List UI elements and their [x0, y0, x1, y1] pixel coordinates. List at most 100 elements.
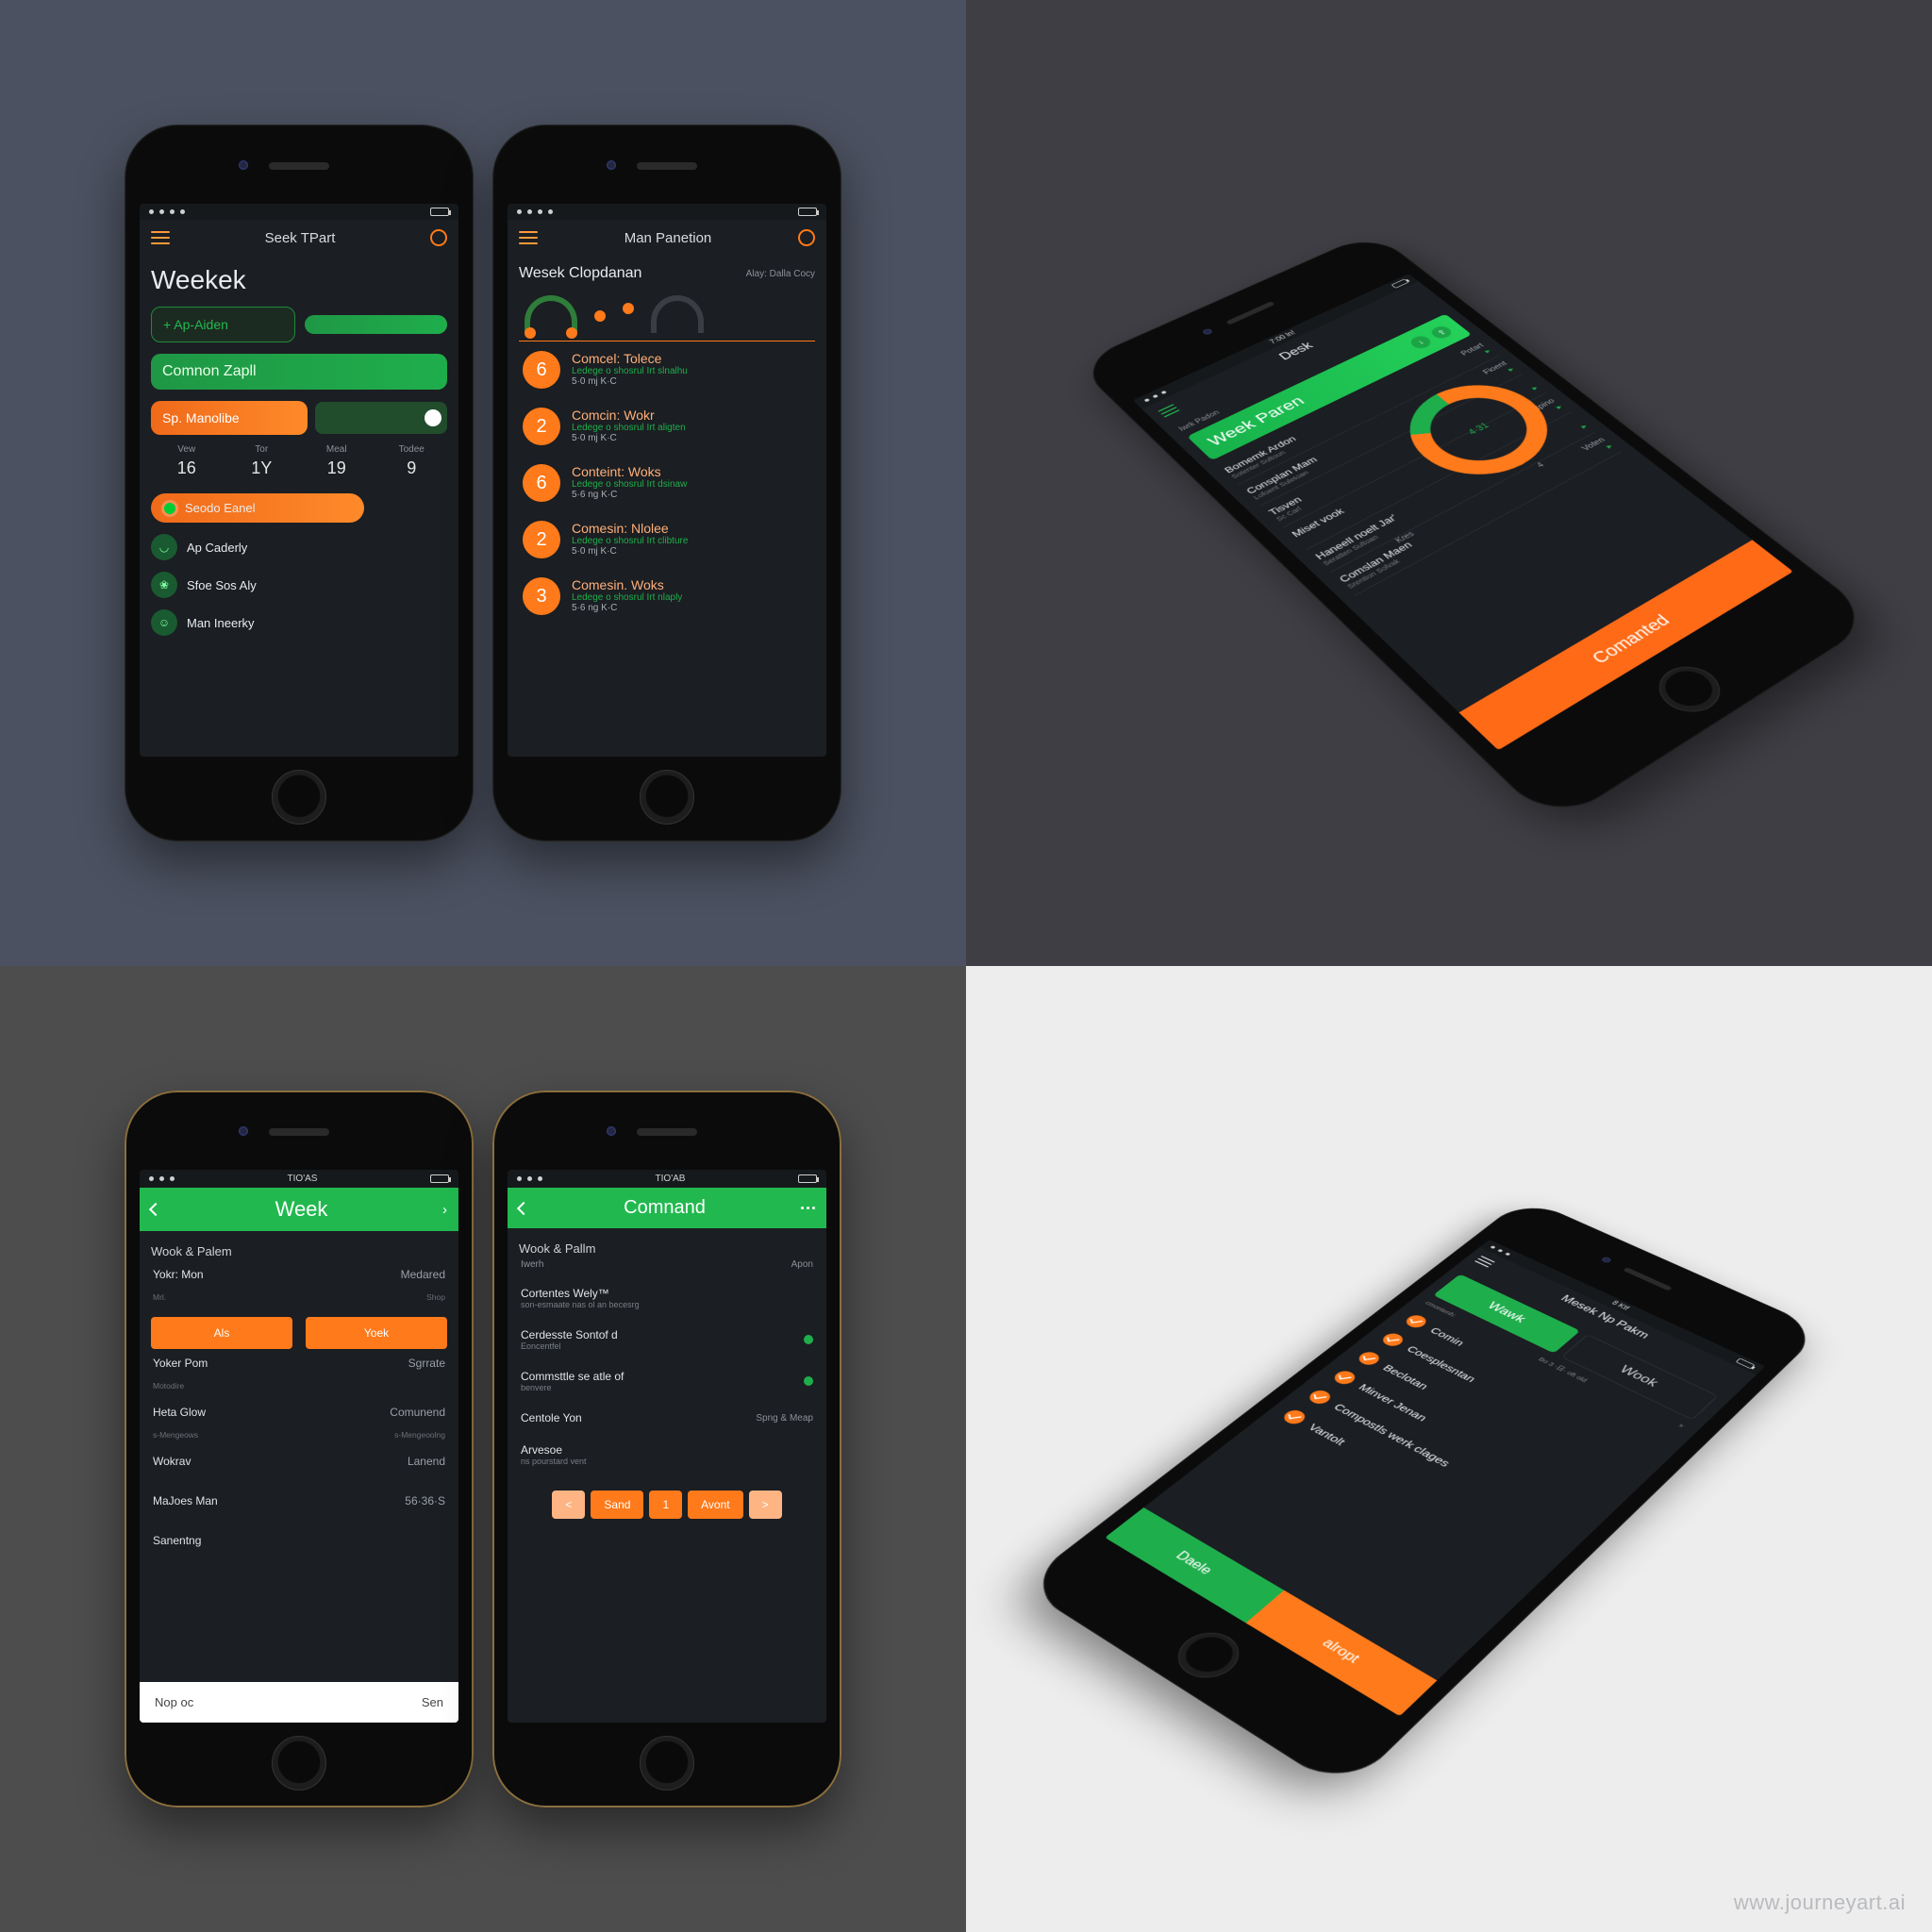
menu-icon[interactable] — [1158, 404, 1180, 417]
list-item[interactable]: 2 Comesin: Nlolee Ledege o shosrul Irt c… — [519, 511, 815, 568]
status-time: TIO'AS — [288, 1174, 318, 1184]
home-button[interactable] — [640, 770, 694, 824]
item-subtitle: Ledege o shosrul Irt aligten — [572, 423, 811, 433]
row-left: Wokrav — [153, 1455, 191, 1468]
row-right: Comunend — [390, 1406, 445, 1419]
front-camera — [607, 160, 616, 170]
quadrant-bottom-left: TIO'AS Week › Wook & Palem Yokr: MonMeda… — [0, 966, 966, 1932]
home-button[interactable] — [640, 1736, 694, 1790]
banner-button[interactable]: Comnon Zapll — [151, 354, 447, 390]
row-left: Sanentng — [153, 1534, 201, 1547]
footer-right[interactable]: Sen — [422, 1695, 443, 1709]
row-right: 56·36·S — [405, 1494, 445, 1507]
item-subtitle: Ledege o shosrul Irt dsinaw — [572, 479, 811, 490]
pager-button[interactable]: Sand — [591, 1491, 643, 1519]
topbar-title: Seek TPart — [265, 230, 336, 246]
close-icon[interactable]: × — [1675, 1423, 1686, 1431]
col-head: Iwerh — [521, 1259, 543, 1270]
settings-list: Cortentes Wely™ son-esmaate nas ol an be… — [519, 1277, 815, 1475]
row-left: Heta Glow — [153, 1406, 206, 1419]
phone-frame: TIO'AS Week › Wook & Palem Yokr: MonMeda… — [125, 1091, 474, 1807]
item-subtitle: Ledege o shosrul Irt slnalhu — [572, 366, 811, 376]
secondary-button[interactable] — [305, 315, 447, 334]
metric-value: Potart▸ — [1459, 342, 1493, 363]
rank-badge: 3 — [523, 577, 560, 615]
front-camera — [1601, 1257, 1613, 1264]
data-row-sub: Motodire — [151, 1374, 447, 1398]
share-icon[interactable]: ⇪ — [1428, 325, 1455, 341]
list-item[interactable]: Cerdesste Sontof dEoncentfel — [519, 1319, 815, 1360]
status-bar — [140, 204, 458, 220]
forward-icon[interactable]: › — [442, 1202, 447, 1218]
add-button[interactable]: + Ap-Aiden — [151, 307, 295, 342]
gauge-dot-icon — [525, 327, 536, 339]
rank-badge: 6 — [523, 464, 560, 502]
item-sub: Eoncentfel — [521, 1341, 618, 1351]
download-icon[interactable]: ↓ — [1407, 334, 1435, 351]
phone-speaker — [269, 162, 329, 170]
info-icon[interactable] — [798, 229, 815, 246]
home-button[interactable] — [272, 770, 326, 824]
pager-next-button[interactable]: > — [749, 1491, 782, 1519]
menu-icon[interactable] — [1474, 1256, 1495, 1268]
back-icon[interactable] — [149, 1203, 162, 1216]
pager-button[interactable]: Avont — [688, 1491, 742, 1519]
footer-left[interactable]: Nop oc — [155, 1695, 193, 1709]
home-button[interactable] — [1165, 1624, 1251, 1687]
gauge-dot-icon — [566, 327, 577, 339]
row-left: Yoker Pom — [153, 1357, 208, 1370]
rank-badge: 2 — [523, 408, 560, 445]
pager-page[interactable]: 1 — [649, 1491, 682, 1519]
menu-item[interactable]: ☺ Man Ineerky — [151, 609, 447, 636]
more-icon[interactable] — [801, 1207, 815, 1209]
back-icon[interactable] — [517, 1201, 530, 1214]
screen: TIO'AB Comnand Wook & Pallm Iwerh Apon — [508, 1170, 826, 1723]
menu-item[interactable]: ❀ Sfoe Sos Aly — [151, 572, 447, 598]
phone-frame: Seek TPart Weekek + Ap-Aiden Comnon Zapl… — [125, 125, 474, 841]
list-item[interactable]: Commsttle se atle ofbenvere — [519, 1360, 815, 1402]
section-meta: Alay: Dalla Cocy — [746, 269, 815, 279]
quadrant-bottom-right: 8 Ktf Mesek Np Pakm Wawk Wook cmontenh: — [966, 966, 1932, 1932]
home-button[interactable] — [1646, 658, 1732, 721]
action-toggle-track[interactable] — [315, 402, 447, 434]
stats-grid: Vew Tor Meal Todee 16 1Y 19 9 — [151, 444, 447, 478]
action-button[interactable]: Sp. Manolibe — [151, 401, 308, 435]
feature-toggle-chip[interactable]: Seodo Eanel — [151, 493, 364, 523]
row-left: MaJoes Man — [153, 1494, 218, 1507]
tab-button[interactable]: Yoek — [306, 1317, 447, 1349]
info-icon[interactable] — [430, 229, 447, 246]
front-camera — [607, 1126, 616, 1136]
list-item[interactable]: 6 Conteint: Woks Ledege o shosrul Irt ds… — [519, 455, 815, 511]
menu-icon[interactable] — [151, 231, 170, 244]
menu-item[interactable]: ◡ Ap Caderly — [151, 534, 447, 560]
quadrant-top-right: 7:00 ln! Desk Iwrk Padon Week Paren ↓ ⇪ — [966, 0, 1932, 966]
check-label: Vantolt — [1306, 1422, 1348, 1447]
status-dot-icon — [804, 1376, 813, 1386]
item-title: Comesin. Woks — [572, 577, 811, 592]
item-title: Conteint: Woks — [572, 464, 811, 479]
data-row-sub — [151, 1511, 447, 1526]
dot-icon — [623, 303, 634, 314]
pager-prev-button[interactable]: < — [552, 1491, 585, 1519]
content: Wook & Pallm Iwerh Apon Cortentes Wely™ … — [508, 1228, 826, 1723]
list-item[interactable]: Cortentes Wely™ son-esmaate nas ol an be… — [519, 1277, 815, 1319]
user-icon: ☺ — [151, 609, 177, 636]
home-button[interactable] — [272, 1736, 326, 1790]
watermark: www.journeyart.ai — [1734, 1890, 1906, 1915]
tab-button[interactable]: Als — [151, 1317, 292, 1349]
phone-frame: 7:00 ln! Desk Iwrk Padon Week Paren ↓ ⇪ — [1074, 231, 1878, 826]
phone-frame: TIO'AB Comnand Wook & Pallm Iwerh Apon — [492, 1091, 841, 1807]
content: Wesek Clopdanan Alay: Dalla Cocy 6 Comce… — [508, 256, 826, 757]
list-item[interactable]: 3 Comesin. Woks Ledege o shosrul Irt nla… — [519, 568, 815, 625]
front-camera — [239, 160, 248, 170]
stat-value: 9 — [376, 458, 448, 478]
item-subtitle: Ledege o shosrul Irt nlaply — [572, 592, 811, 603]
list-item[interactable]: Arvesoens pourstard vent — [519, 1434, 815, 1475]
check-icon — [1379, 1331, 1407, 1348]
stat-label: Todee — [376, 444, 448, 455]
item-title: Cerdesste Sontof d — [521, 1328, 618, 1341]
list-item[interactable]: 2 Comcin: Wokr Ledege o shosrul Irt alig… — [519, 398, 815, 455]
list-item[interactable]: 6 Comcel: Tolece Ledege o shosrul Irt sl… — [519, 341, 815, 398]
list-item[interactable]: Centole Yon Spng & Meap — [519, 1402, 815, 1434]
menu-icon[interactable] — [519, 231, 538, 244]
